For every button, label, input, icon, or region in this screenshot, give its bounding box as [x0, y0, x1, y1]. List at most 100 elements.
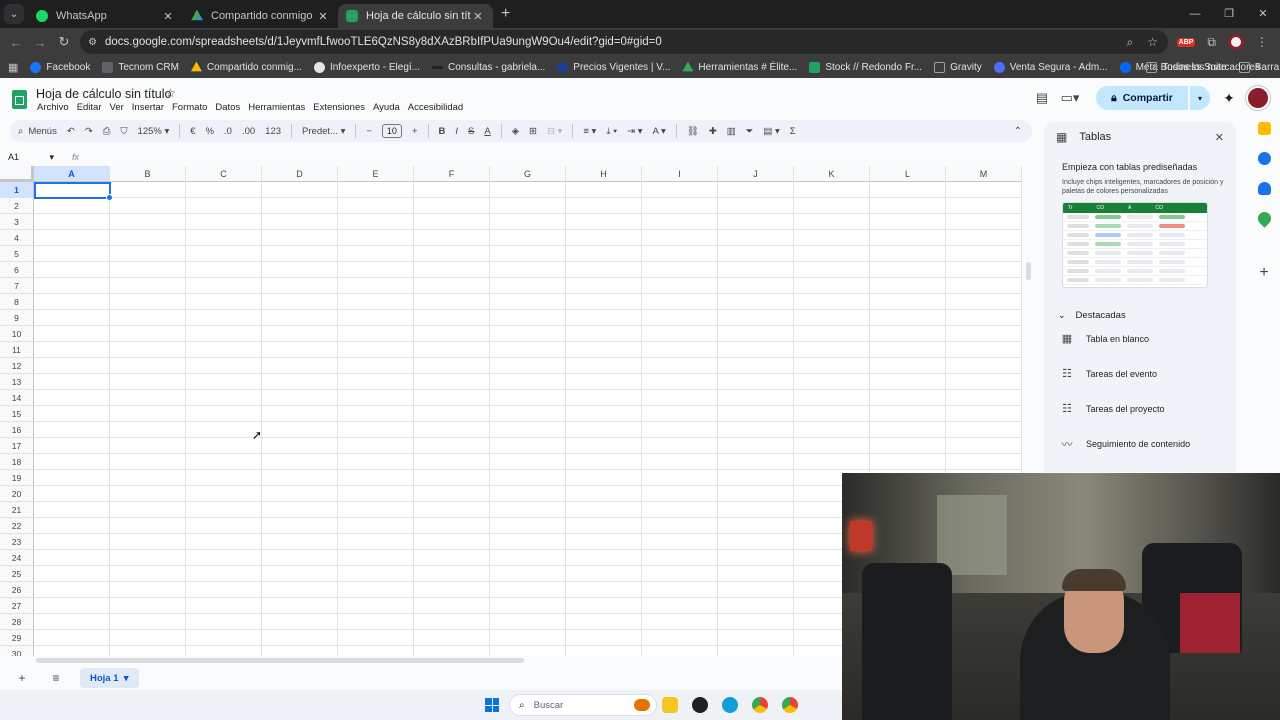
row-header-8[interactable]: 8 — [0, 294, 34, 310]
print-icon[interactable]: ⎙ — [103, 126, 111, 137]
apps-grid-icon[interactable]: ▦ — [8, 61, 18, 74]
column-header-m[interactable]: M — [946, 166, 1022, 182]
row-header-4[interactable]: 4 — [0, 230, 34, 246]
menu-ver[interactable]: Ver — [110, 102, 124, 113]
text-rotation-icon[interactable]: A ▾ — [653, 126, 666, 137]
meet-video-icon[interactable]: ▭▾ — [1056, 90, 1084, 106]
extensions-puzzle-icon[interactable]: ⧉ — [1207, 35, 1216, 50]
row-header-10[interactable]: 10 — [0, 326, 34, 342]
contacts-icon[interactable] — [1257, 182, 1271, 195]
reload-icon[interactable]: ↻ — [52, 34, 76, 50]
row-header-28[interactable]: 28 — [0, 614, 34, 630]
insert-chart-icon[interactable]: ▥ — [727, 126, 736, 137]
url-input[interactable]: ⚙ docs.google.com/spreadsheets/d/1Jeyvmf… — [80, 30, 1168, 54]
zoom-select[interactable]: 125% ▾ — [138, 126, 170, 137]
template-tareas-proyecto[interactable]: ☷ Tareas del proyecto — [1060, 391, 1236, 426]
more-formats-button[interactable]: 123 — [265, 126, 281, 137]
column-header-l[interactable]: L — [870, 166, 946, 182]
adblock-extension-icon[interactable]: ABP — [1176, 37, 1196, 47]
vertical-align-icon[interactable]: ⤓ ▾ — [606, 126, 617, 137]
percent-format-button[interactable]: % — [206, 126, 214, 137]
browser-tab-sheets[interactable]: Hoja de cálculo sin título - Hoja ✕ — [338, 4, 493, 28]
row-header-27[interactable]: 27 — [0, 598, 34, 614]
row-header-11[interactable]: 11 — [0, 342, 34, 358]
column-header-c[interactable]: C — [186, 166, 262, 182]
italic-button[interactable]: I — [455, 126, 458, 137]
bookmark-herramientas[interactable]: Herramientas # Élite... — [682, 61, 797, 73]
profile-avatar[interactable] — [1228, 34, 1244, 50]
row-header-20[interactable]: 20 — [0, 486, 34, 502]
bookmark-star-icon[interactable]: ☆ — [1147, 35, 1158, 50]
maps-icon[interactable] — [1254, 209, 1274, 228]
row-header-7[interactable]: 7 — [0, 278, 34, 294]
account-avatar[interactable] — [1246, 86, 1270, 110]
filter-views-icon[interactable]: ▤ ▾ — [763, 126, 779, 137]
template-tabla-en-blanco[interactable]: ▦ Tabla en blanco — [1060, 321, 1236, 356]
app-dark-icon[interactable] — [692, 697, 708, 713]
font-size-input[interactable]: 10 — [381, 124, 402, 138]
menu-insertar[interactable]: Insertar — [132, 102, 164, 113]
decrease-decimals-button[interactable]: .0 — [224, 126, 232, 137]
file-explorer-icon[interactable] — [662, 697, 678, 713]
column-header-g[interactable]: G — [490, 166, 566, 182]
comments-icon[interactable]: ▤ — [1028, 90, 1056, 106]
column-header-f[interactable]: F — [414, 166, 490, 182]
bookmark-facebook[interactable]: Facebook — [30, 61, 90, 73]
column-header-b[interactable]: B — [110, 166, 186, 182]
sheets-logo-icon[interactable] — [12, 90, 27, 109]
zoom-icon[interactable]: ⌕ — [1127, 35, 1134, 50]
increase-decimals-button[interactable]: .00 — [242, 126, 255, 137]
row-header-17[interactable]: 17 — [0, 438, 34, 454]
horizontal-align-icon[interactable]: ≡ ▾ — [583, 126, 596, 137]
tasks-icon[interactable] — [1257, 152, 1271, 165]
filter-icon[interactable]: ⏷ — [746, 126, 754, 137]
vertical-scrollbar[interactable] — [1026, 262, 1031, 280]
menu-editar[interactable]: Editar — [77, 102, 102, 113]
bookmark-consultas[interactable]: Consultas - gabriela... — [432, 62, 545, 73]
template-tareas-evento[interactable]: ☷ Tareas del evento — [1060, 356, 1236, 391]
row-header-21[interactable]: 21 — [0, 502, 34, 518]
star-icon[interactable]: ☆ — [165, 86, 176, 100]
menu-ayuda[interactable]: Ayuda — [373, 102, 400, 113]
close-panel-icon[interactable]: ✕ — [1215, 131, 1224, 144]
menus-search-button[interactable]: ⌕ Menús — [18, 126, 57, 137]
sheet-tab-hoja1[interactable]: Hoja 1 ▾ — [80, 668, 139, 688]
windows-start-icon[interactable] — [485, 698, 499, 712]
insert-comment-icon[interactable]: ✚ — [709, 126, 717, 137]
fill-color-icon[interactable]: ◈ — [512, 126, 519, 137]
menu-formato[interactable]: Formato — [172, 102, 207, 113]
row-header-12[interactable]: 12 — [0, 358, 34, 374]
template-seguimiento-contenido[interactable]: 〰 Seguimiento de contenido — [1060, 426, 1236, 461]
bookmark-infoexperto[interactable]: Infoexperto - Elegí... — [313, 61, 420, 73]
add-addon-icon[interactable]: + — [1259, 264, 1268, 282]
bookmark-venta-segura[interactable]: Venta Segura - Adm... — [993, 61, 1108, 73]
close-window-icon[interactable]: ✕ — [1246, 0, 1280, 28]
forward-icon[interactable]: → — [28, 35, 52, 50]
share-dropdown-icon[interactable]: ▾ — [1190, 86, 1210, 110]
site-info-icon[interactable]: ⚙ — [88, 37, 97, 48]
row-header-9[interactable]: 9 — [0, 310, 34, 326]
column-header-j[interactable]: J — [718, 166, 794, 182]
document-title[interactable]: Hoja de cálculo sin título — [36, 87, 172, 101]
row-header-18[interactable]: 18 — [0, 454, 34, 470]
row-header-24[interactable]: 24 — [0, 550, 34, 566]
browser-tab-whatsapp[interactable]: WhatsApp ✕ — [28, 4, 183, 28]
row-header-29[interactable]: 29 — [0, 630, 34, 646]
row-header-14[interactable]: 14 — [0, 390, 34, 406]
active-cell-a1[interactable] — [34, 182, 113, 201]
close-tab-icon[interactable]: ✕ — [161, 10, 175, 23]
column-header-d[interactable]: D — [262, 166, 338, 182]
bookmark-precios[interactable]: Precios Vigentes | V... — [557, 61, 670, 73]
bookmark-stock[interactable]: Stock // Redondo Fr... — [809, 61, 922, 73]
select-all-corner[interactable] — [0, 166, 34, 182]
column-header-i[interactable]: I — [642, 166, 718, 182]
row-header-5[interactable]: 5 — [0, 246, 34, 262]
taskbar-search-input[interactable]: ⌕ Buscar — [509, 694, 657, 716]
row-header-1[interactable]: 1 — [0, 182, 34, 198]
functions-button[interactable]: Σ — [790, 126, 796, 137]
share-button[interactable]: 🔒︎ Compartir — [1096, 86, 1188, 110]
table-template-preview[interactable]: Tr CO A CO — [1062, 202, 1208, 288]
all-bookmarks-button[interactable]: Todos los marcadores — [1146, 61, 1260, 73]
name-box[interactable]: A1 ▾ — [0, 152, 60, 163]
row-header-23[interactable]: 23 — [0, 534, 34, 550]
